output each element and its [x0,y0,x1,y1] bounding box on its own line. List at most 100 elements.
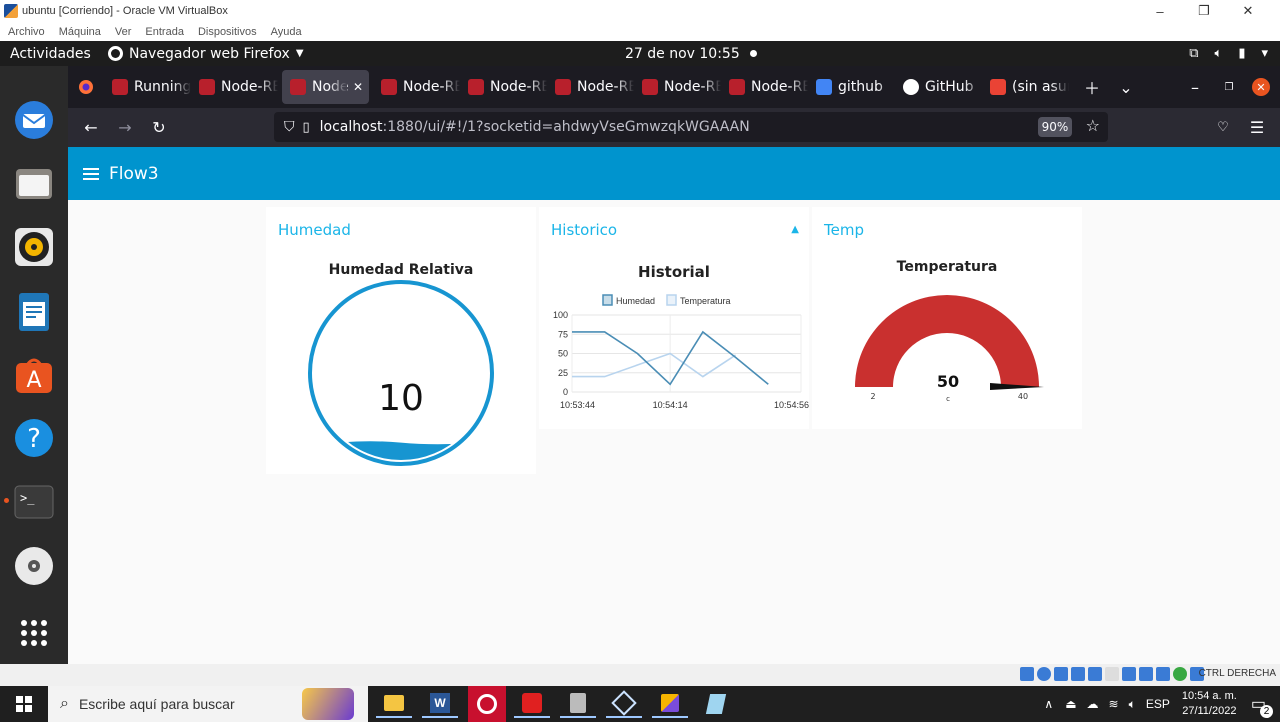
browser-tab[interactable]: (sin asunto) [982,70,1069,104]
speaker-icon[interactable]: 🔈︎ [1129,697,1136,712]
browser-tab[interactable]: Node-RED [634,70,721,104]
menu-maquina[interactable]: Máquina [59,26,101,38]
battery-icon: ▮ [1238,46,1246,61]
start-button[interactable] [6,690,42,718]
app-center-icon: A [16,358,52,393]
node-red-icon [199,79,215,95]
acrobat-icon [522,693,542,713]
notification-count: 2 [1260,705,1273,718]
browser-tab[interactable]: Node-RED [547,70,634,104]
taskbar-acrobat[interactable] [514,690,550,718]
back-button[interactable]: ← [74,113,108,143]
shared-folder-icon[interactable] [1105,667,1119,681]
dock-software[interactable]: A [12,353,56,397]
folder-icon [16,169,52,199]
hamburger-icon[interactable] [83,167,99,180]
firefox-nav-bar: ← → ↻ ⛉ ▯ localhost:1880/ui/#!/1?socketi… [68,108,1280,147]
display-icon[interactable] [1122,667,1136,681]
browser-tab[interactable]: Node-RED [191,70,278,104]
dock-terminal[interactable]: >_ [12,480,56,524]
wifi-icon[interactable]: ≋ [1109,697,1119,711]
vbox-device-icons [1020,667,1204,681]
temp-value: 50 [937,372,959,391]
usb-icon[interactable] [1088,667,1102,681]
close-tab-icon[interactable]: ✕ [353,80,363,94]
app-menu[interactable]: Navegador web Firefox ▼ [108,46,304,62]
hdd-icon[interactable] [1020,667,1034,681]
gmail-icon [990,79,1006,95]
taskbar-tools[interactable] [652,690,688,718]
bookmark-star-icon[interactable]: ☆ [1086,116,1100,135]
taskbar-explorer[interactable] [376,690,412,718]
tab-fade [790,70,808,104]
dock-help[interactable]: ? [12,416,56,460]
pocket-button[interactable]: ♡ [1206,113,1240,143]
usb-eject-icon[interactable]: ⏏ [1065,697,1076,711]
ff-restore-button[interactable]: ❐ [1212,72,1246,102]
minimize-button[interactable]: – [1138,0,1182,22]
legend-swatch [666,294,677,306]
notification-center-button[interactable]: ▭ 2 [1251,694,1273,718]
browser-tab[interactable]: github [808,70,895,104]
taskbar-word[interactable]: W [422,690,458,718]
taskbar-search[interactable]: ⌕ Escribe aquí para buscar [48,686,368,722]
taskbar-virtualbox[interactable] [606,690,642,718]
cpu-icon[interactable] [1156,667,1170,681]
input-language[interactable]: ESP [1146,697,1170,711]
menu-dispositivos[interactable]: Dispositivos [198,26,257,38]
browser-tab[interactable]: GitHub [895,70,982,104]
optical-icon[interactable] [1037,667,1051,681]
menu-ver[interactable]: Ver [115,26,132,38]
restore-button[interactable]: ❐ [1182,0,1226,22]
tab-fade [1051,70,1069,104]
menu-archivo[interactable]: Archivo [8,26,45,38]
dock-rhythmbox[interactable] [12,225,56,269]
tab-list-button[interactable]: ⌄ [1109,72,1143,102]
recording-icon[interactable] [1139,667,1153,681]
windows-taskbar: ⌕ Escribe aquí para buscar W ∧ ⏏ ☁ ≋ 🔈︎ … [0,686,1280,722]
clock[interactable]: 27 de nov 10:55 [625,46,757,62]
y-tick-label: 50 [558,349,568,359]
temp-group: Temp Temperatura 50 2 40 c [812,207,1082,429]
tab-fade [329,70,347,104]
historico-group: Historico ▲ Historial 0 25 50 75 100 10:53:44… [539,207,809,429]
audio-icon[interactable] [1054,667,1068,681]
activities-button[interactable]: Actividades [0,46,108,62]
browser-tab[interactable]: Node✕ [282,70,369,104]
zoom-badge[interactable]: 90% [1038,117,1072,137]
firefox-view-button[interactable] [68,72,104,102]
reload-button[interactable]: ↻ [142,113,176,143]
dock-disc[interactable] [12,544,56,588]
apps-grid-icon [21,620,47,646]
browser-tab[interactable]: Node-RED [460,70,547,104]
show-apps-button[interactable] [12,611,56,655]
browser-tab[interactable]: Running [104,70,191,104]
dock-libreoffice-writer[interactable] [12,290,56,334]
new-tab-button[interactable]: ＋ [1075,72,1109,102]
taskbar-calculator[interactable] [560,690,596,718]
menu-ayuda[interactable]: Ayuda [271,26,302,38]
dock-files[interactable] [12,161,56,205]
close-button[interactable]: ✕ [1226,0,1270,22]
network-adapter-icon[interactable] [1071,667,1085,681]
browser-tab[interactable]: Node-RED [721,70,808,104]
app-menu-button[interactable]: ☰ [1240,113,1274,143]
url-bar[interactable]: ⛉ ▯ localhost:1880/ui/#!/1?socketid=ahdw… [274,112,1108,142]
dock-thunderbird[interactable] [12,98,56,142]
node-red-icon [729,79,745,95]
shield-icon[interactable]: ⛉ [284,119,295,135]
ff-close-button[interactable]: ✕ [1244,72,1278,102]
taskbar-notes[interactable] [698,690,734,718]
onedrive-icon[interactable]: ☁ [1087,697,1099,711]
system-tray[interactable]: ⧉ 🔈︎ ▮ ▾ [1189,46,1268,61]
taskbar-opera[interactable] [468,686,506,722]
ff-minimize-button[interactable]: – [1178,72,1212,102]
forward-button[interactable]: → [108,113,142,143]
search-placeholder: Escribe aquí para buscar [78,696,235,712]
browser-tab[interactable]: Node-RED [373,70,460,104]
menu-entrada[interactable]: Entrada [145,26,184,38]
mouse-integration-icon[interactable] [1173,667,1187,681]
show-hidden-icons[interactable]: ∧ [1044,697,1053,711]
clock-area[interactable]: 10:54 a. m. 27/11/2022 [1182,689,1237,719]
node-red-icon [381,79,397,95]
